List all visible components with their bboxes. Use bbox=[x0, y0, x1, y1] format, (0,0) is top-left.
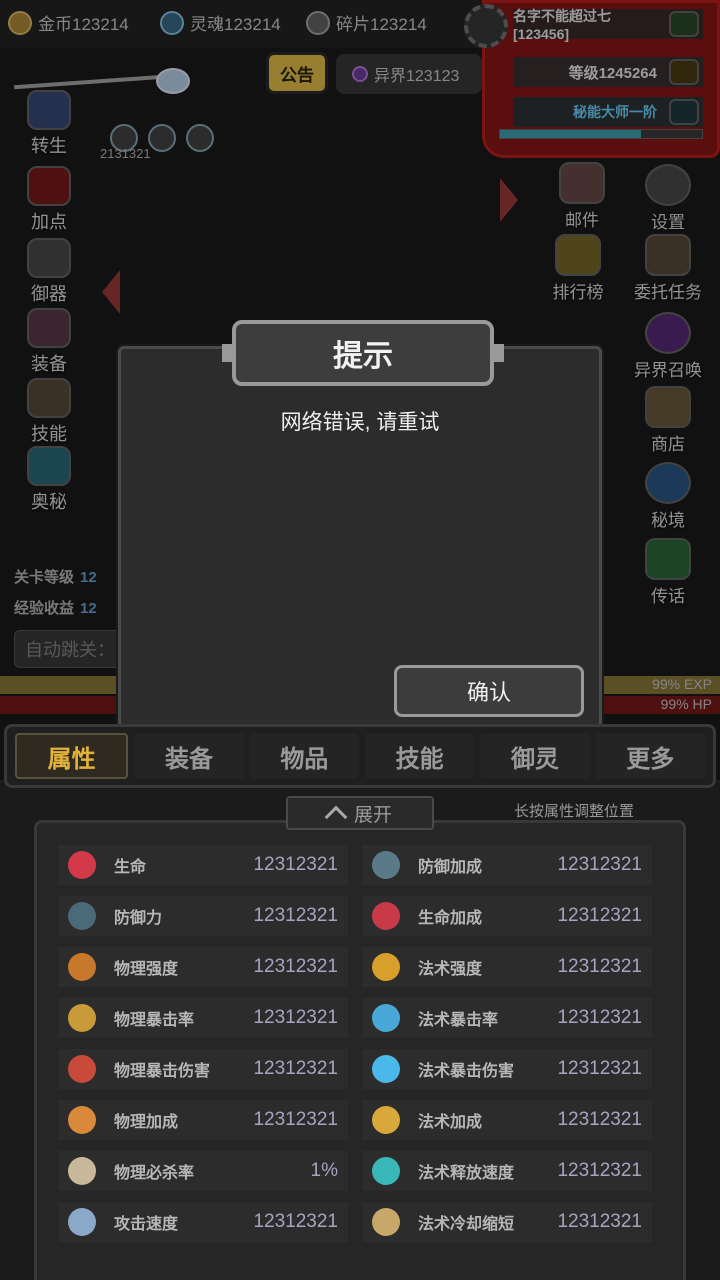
attribute-row: 攻击速度 12312321 法术冷却缩短 12312321 bbox=[58, 1202, 666, 1246]
chevron-up-icon bbox=[324, 805, 348, 829]
attribute-name: 物理加成 bbox=[114, 1114, 179, 1131]
tab-skills[interactable]: 技能 bbox=[364, 733, 475, 779]
attribute-value: 12312321 bbox=[557, 854, 642, 875]
attribute-value: 12312321 bbox=[557, 956, 642, 977]
attribute-name: 物理暴击伤害 bbox=[114, 1063, 211, 1080]
heart-plus-icon bbox=[372, 902, 400, 930]
attribute-name: 法术强度 bbox=[418, 961, 483, 978]
magic-power-icon bbox=[372, 953, 400, 981]
attribute-name: 生命 bbox=[114, 859, 147, 876]
attribute-item[interactable]: 物理暴击伤害 12312321 bbox=[58, 1049, 348, 1089]
attribute-item[interactable]: 生命加成 12312321 bbox=[362, 896, 652, 936]
magic-crit-damage-icon bbox=[372, 1055, 400, 1083]
tab-spirits[interactable]: 御灵 bbox=[480, 733, 590, 779]
attribute-value: 12312321 bbox=[557, 1058, 642, 1079]
attribute-row: 生命 12312321 防御加成 12312321 bbox=[58, 845, 666, 889]
attribute-item[interactable]: 物理加成 12312321 bbox=[58, 1100, 348, 1140]
magic-crit-icon bbox=[372, 1004, 400, 1032]
expand-button[interactable]: 展开 bbox=[286, 796, 434, 830]
shield-plus-icon bbox=[372, 851, 400, 879]
attribute-item[interactable]: 法术冷却缩短 12312321 bbox=[362, 1202, 652, 1242]
attribute-value: 12312321 bbox=[253, 1058, 338, 1079]
hourglass-icon bbox=[372, 1208, 400, 1236]
attribute-item[interactable]: 生命 12312321 bbox=[58, 845, 348, 885]
attribute-value: 12312321 bbox=[557, 1211, 642, 1232]
dialog-title: 提示 bbox=[222, 320, 504, 386]
attribute-name: 物理暴击率 bbox=[114, 1012, 195, 1029]
attribute-row: 物理暴击率 12312321 法术暴击率 12312321 bbox=[58, 998, 666, 1042]
attribute-value: 12312321 bbox=[557, 905, 642, 926]
skull-icon bbox=[68, 1157, 96, 1185]
tab-equipment[interactable]: 装备 bbox=[134, 733, 244, 779]
attribute-item[interactable]: 物理强度 12312321 bbox=[58, 947, 348, 987]
phys-crit-icon bbox=[68, 1004, 96, 1032]
confirm-button[interactable]: 确认 bbox=[394, 665, 584, 717]
attribute-value: 12312321 bbox=[253, 854, 338, 875]
cast-speed-icon bbox=[372, 1157, 400, 1185]
phys-crit-damage-icon bbox=[68, 1055, 96, 1083]
dialog-message: 网络错误, 请重试 bbox=[280, 411, 440, 434]
attribute-item[interactable]: 法术释放速度 12312321 bbox=[362, 1151, 652, 1191]
attribute-row: 物理加成 12312321 法术加成 12312321 bbox=[58, 1100, 666, 1144]
reorder-hint: 长按属性调整位置 bbox=[514, 803, 635, 820]
attribute-item[interactable]: 防御加成 12312321 bbox=[362, 845, 652, 885]
bottom-tab-bar: 属性 装备 物品 技能 御灵 更多 bbox=[4, 724, 716, 788]
attribute-name: 物理强度 bbox=[114, 961, 179, 978]
attribute-value: 12312321 bbox=[253, 1211, 338, 1232]
sword-power-icon bbox=[68, 953, 96, 981]
attribute-name: 法术暴击伤害 bbox=[418, 1063, 515, 1080]
attribute-name: 法术冷却缩短 bbox=[418, 1216, 515, 1233]
attribute-name: 生命加成 bbox=[418, 910, 483, 927]
attribute-name: 攻击速度 bbox=[114, 1216, 179, 1233]
attribute-value: 12312321 bbox=[253, 1007, 338, 1028]
expand-label: 展开 bbox=[353, 804, 392, 826]
attribute-value: 12312321 bbox=[557, 1007, 642, 1028]
attribute-name: 法术加成 bbox=[418, 1114, 483, 1131]
attribute-row: 物理必杀率 1% 法术释放速度 12312321 bbox=[58, 1151, 666, 1195]
heart-icon bbox=[68, 851, 96, 879]
attribute-item[interactable]: 法术强度 12312321 bbox=[362, 947, 652, 987]
attribute-item[interactable]: 法术加成 12312321 bbox=[362, 1100, 652, 1140]
attribute-item[interactable]: 法术暴击伤害 12312321 bbox=[362, 1049, 652, 1089]
attribute-value: 12312321 bbox=[253, 1109, 338, 1130]
attribute-item[interactable]: 物理必杀率 1% bbox=[58, 1151, 348, 1191]
attribute-value: 12312321 bbox=[253, 956, 338, 977]
tab-items[interactable]: 物品 bbox=[249, 733, 359, 779]
attribute-value: 1% bbox=[310, 1160, 338, 1181]
attribute-name: 法术释放速度 bbox=[418, 1165, 515, 1182]
attribute-name: 防御力 bbox=[114, 910, 163, 927]
attribute-item[interactable]: 攻击速度 12312321 bbox=[58, 1202, 348, 1242]
attribute-value: 12312321 bbox=[557, 1160, 642, 1181]
attribute-name: 法术暴击率 bbox=[418, 1012, 499, 1029]
attack-speed-icon bbox=[68, 1208, 96, 1236]
attribute-value: 12312321 bbox=[557, 1109, 642, 1130]
attribute-name: 防御加成 bbox=[418, 859, 483, 876]
tab-more[interactable]: 更多 bbox=[595, 733, 705, 779]
attribute-row: 物理暴击伤害 12312321 法术暴击伤害 12312321 bbox=[58, 1049, 666, 1093]
phys-bonus-icon bbox=[68, 1106, 96, 1134]
magic-bonus-icon bbox=[372, 1106, 400, 1134]
attribute-item[interactable]: 防御力 12312321 bbox=[58, 896, 348, 936]
attribute-item[interactable]: 物理暴击率 12312321 bbox=[58, 998, 348, 1038]
tab-attributes[interactable]: 属性 bbox=[15, 733, 129, 779]
attribute-row: 防御力 12312321 生命加成 12312321 bbox=[58, 896, 666, 940]
attribute-value: 12312321 bbox=[253, 905, 338, 926]
shield-icon bbox=[68, 902, 96, 930]
attribute-row: 物理强度 12312321 法术强度 12312321 bbox=[58, 947, 666, 991]
attribute-item[interactable]: 法术暴击率 12312321 bbox=[362, 998, 652, 1038]
attribute-name: 物理必杀率 bbox=[114, 1165, 195, 1182]
